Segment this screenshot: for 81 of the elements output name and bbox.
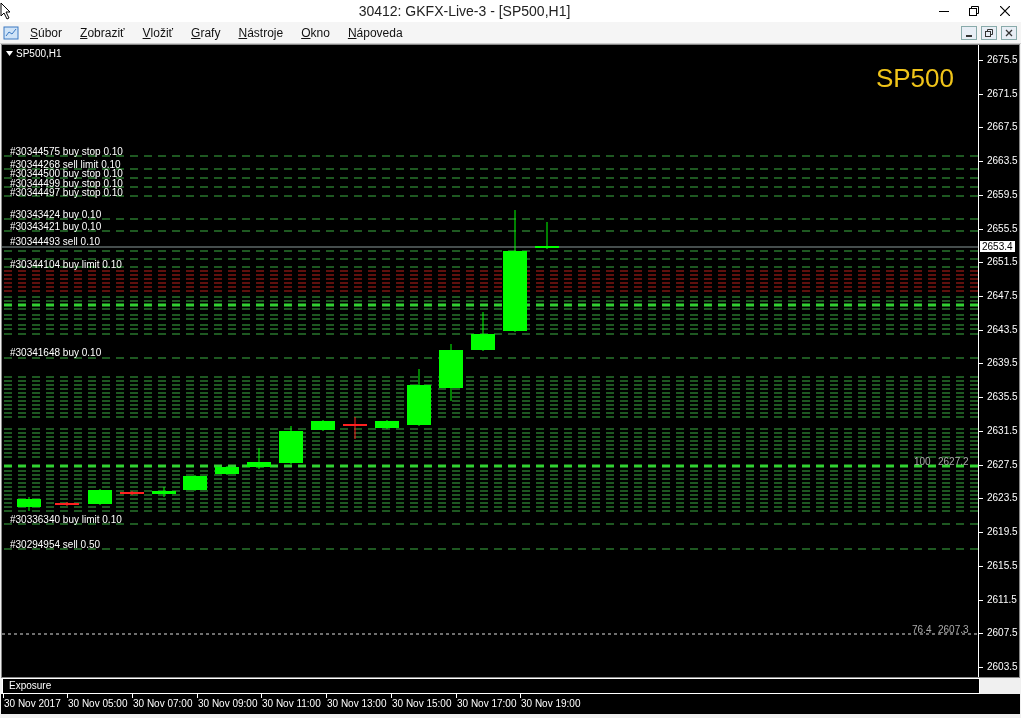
candlestick	[88, 488, 112, 506]
price-label: 2675.5	[987, 54, 1018, 65]
time-label: 30 Nov 09:00	[198, 698, 258, 709]
candlestick	[215, 465, 239, 476]
close-icon	[1005, 28, 1013, 37]
price-label: 2651.5	[987, 256, 1018, 268]
candlestick	[183, 474, 207, 492]
menu-item[interactable]: Grafy	[182, 22, 230, 43]
candlestick	[279, 425, 303, 465]
time-label: 30 Nov 13:00	[327, 698, 387, 709]
price-label: 2619.5	[987, 526, 1018, 538]
order-label: #30294954 sell 0.50	[10, 539, 101, 550]
dropdown-icon[interactable]	[6, 51, 13, 56]
order-label: #30344575 buy stop 0.10	[10, 146, 123, 157]
menu-item[interactable]: Okno	[292, 22, 339, 43]
minimize-button[interactable]	[961, 25, 977, 40]
price-label: 2667.5	[987, 121, 1018, 133]
candlestick	[535, 221, 559, 250]
candlestick	[439, 343, 463, 402]
restore-icon	[969, 6, 979, 16]
current-price-label: 2653.4	[980, 241, 1015, 252]
panel-tab[interactable]: Exposure	[2, 678, 980, 694]
symbol-label: SP500	[875, 63, 954, 93]
price-label: 2615.5	[987, 559, 1018, 571]
close-icon	[1000, 6, 1010, 16]
time-label: 30 Nov 2017	[4, 698, 61, 709]
price-label: 2607.5	[987, 627, 1018, 639]
time-label: 30 Nov 07:00	[133, 698, 193, 709]
level-price: 2607.3	[938, 624, 969, 635]
order-label: #30344500 buy stop 0.10	[10, 168, 123, 179]
candlestick	[247, 447, 271, 470]
order-label: #30344268 sell limit 0.10	[10, 159, 121, 170]
price-label: 2663.5	[987, 155, 1018, 167]
price-label: 2647.5	[987, 290, 1018, 302]
order-label: #30341648 buy 0.10	[10, 347, 102, 358]
level-price: 2627.2	[938, 456, 969, 467]
level-value: 76.4	[912, 624, 932, 635]
price-label: 2655.5	[987, 222, 1018, 234]
menu-item[interactable]: Nápoveda	[338, 22, 412, 43]
candlestick	[17, 496, 41, 512]
menu-item[interactable]: Nástroje	[229, 22, 293, 43]
close-button[interactable]	[1001, 25, 1017, 40]
candlestick	[375, 419, 399, 430]
price-label: 2623.5	[987, 492, 1018, 504]
price-label: 2603.5	[987, 660, 1018, 672]
menu-item[interactable]: Zobraziť	[71, 22, 134, 43]
candlestick	[152, 486, 176, 498]
order-label: #30344104 buy limit 0.10	[10, 259, 122, 270]
candlestick	[120, 490, 144, 496]
restore-icon	[985, 28, 993, 37]
candlestick	[55, 501, 79, 507]
price-label: 2671.5	[987, 87, 1018, 99]
candlestick	[343, 416, 367, 440]
price-label: 2643.5	[987, 323, 1018, 335]
order-label: #30343424 buy 0.10	[10, 209, 102, 220]
candlestick	[407, 368, 431, 427]
price-label: 2631.5	[987, 424, 1018, 436]
time-label: 30 Nov 11:00	[262, 698, 321, 709]
price-label: 2659.5	[987, 188, 1018, 200]
time-label: 30 Nov 15:00	[392, 698, 452, 709]
price-label: 2611.5	[987, 593, 1017, 605]
minimize-icon	[966, 34, 972, 37]
restore-button[interactable]	[981, 25, 997, 40]
candlestick	[471, 311, 495, 352]
order-label: #30344497 buy stop 0.10	[10, 187, 123, 198]
chart-window-icon[interactable]	[3, 24, 19, 41]
menu-item[interactable]: Súbor	[21, 22, 72, 43]
price-label: 2639.5	[987, 357, 1018, 369]
time-label: 30 Nov 05:00	[68, 698, 128, 709]
order-label: #30343421 buy 0.10	[10, 221, 102, 232]
order-label: #30344493 sell 0.10	[10, 236, 101, 247]
price-label: 2627.5	[987, 458, 1018, 470]
time-label: 30 Nov 17:00	[457, 698, 517, 709]
order-label: #30336340 buy limit 0.10	[10, 514, 122, 525]
candlestick	[311, 419, 335, 432]
window-title: 30412: GKFX-Live-3 - [SP500,H1]	[358, 3, 571, 19]
chart-title: SP500,H1	[16, 48, 62, 59]
minimize-icon	[939, 10, 949, 12]
time-label: 30 Nov 19:00	[521, 698, 581, 709]
price-label: 2635.5	[987, 391, 1018, 403]
menu-item[interactable]: Vložiť	[133, 22, 183, 43]
